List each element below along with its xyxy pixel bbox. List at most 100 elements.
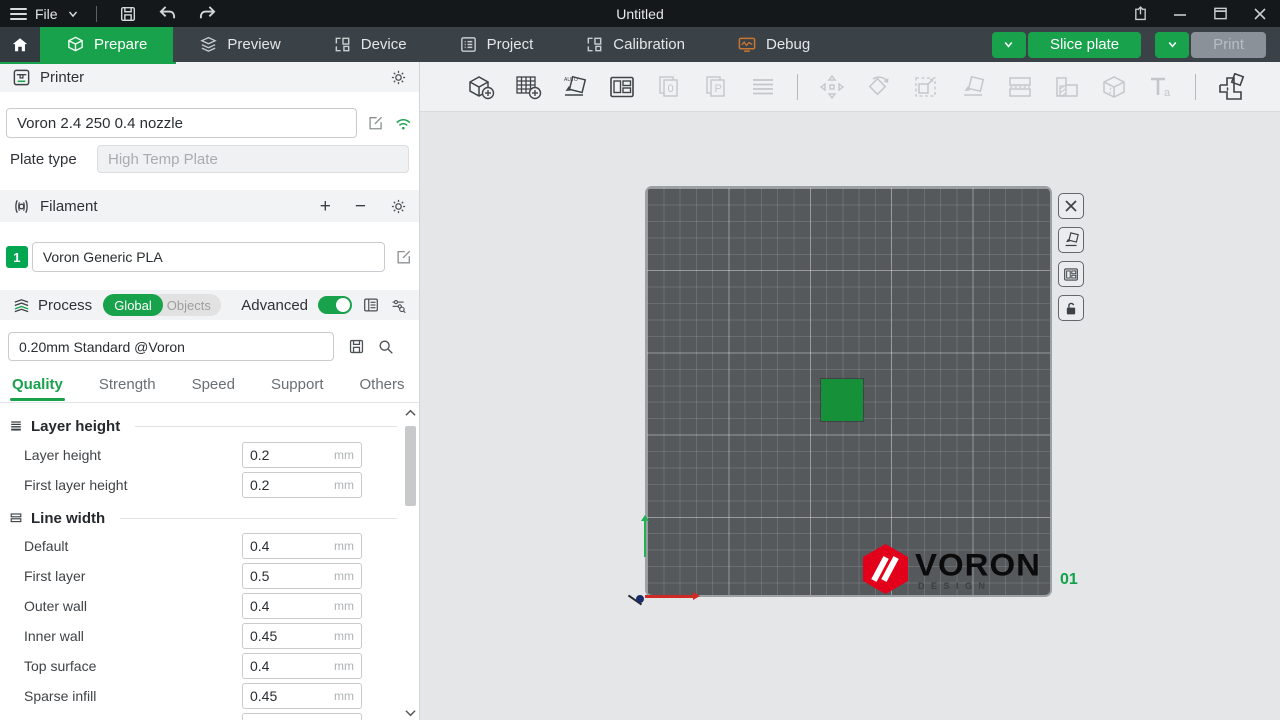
printer-settings-gear-icon[interactable]	[390, 69, 407, 86]
add-object-button[interactable]	[462, 68, 500, 106]
remove-filament-button[interactable]: −	[355, 197, 366, 216]
printer-preset-select[interactable]: Voron 2.4 250 0.4 nozzle	[6, 108, 357, 138]
orient-plate-button[interactable]	[1058, 227, 1084, 253]
redo-button[interactable]	[193, 2, 223, 26]
filament-icon	[12, 197, 31, 216]
search-settings-icon[interactable]	[390, 297, 407, 314]
undo-button[interactable]	[153, 2, 183, 26]
top-surface-line-width-input[interactable]: 0.4mm	[242, 653, 362, 679]
print-dropdown-button[interactable]	[1155, 32, 1189, 58]
edit-filament-icon[interactable]	[395, 248, 413, 266]
x-axis-indicator	[645, 595, 697, 598]
process-scope-toggle[interactable]: Global Objects	[103, 294, 221, 316]
scope-global-option[interactable]: Global	[103, 294, 163, 316]
move-button[interactable]	[813, 68, 851, 106]
process-icon	[12, 296, 31, 315]
rotate-button[interactable]	[860, 68, 898, 106]
auto-orient-button[interactable]: AUTO	[556, 68, 594, 106]
slice-plate-button[interactable]: Slice plate	[1028, 32, 1141, 58]
outer-wall-line-width-input[interactable]: 0.4mm	[242, 593, 362, 619]
settings-scrollbar[interactable]	[403, 406, 418, 720]
home-button[interactable]	[0, 27, 40, 62]
layers-stack-icon	[749, 74, 777, 100]
setting-unit: mm	[334, 539, 354, 553]
tab-project-label: Project	[487, 36, 534, 53]
scroll-down-arrow[interactable]	[405, 706, 416, 720]
process-section-title: Process	[38, 297, 92, 314]
copy-button[interactable]: 0	[650, 68, 688, 106]
tab-speed[interactable]: Speed	[192, 372, 235, 401]
filament-preset-select[interactable]: Voron Generic PLA	[32, 242, 385, 272]
layer-height-input[interactable]: 0.2mm	[242, 442, 362, 468]
layers-stack-button[interactable]	[744, 68, 782, 106]
search-preset-icon[interactable]	[377, 338, 395, 356]
tab-debug[interactable]: Debug	[711, 27, 836, 62]
add-text-button[interactable]: a	[1142, 68, 1180, 106]
tab-quality[interactable]: Quality	[12, 372, 63, 401]
tab-others[interactable]: Others	[360, 372, 405, 401]
plate-type-select[interactable]: High Temp Plate	[97, 145, 409, 173]
model-cube[interactable]	[821, 379, 863, 421]
sparse-infill-line-width-input[interactable]: 0.45mm	[242, 683, 362, 709]
close-button[interactable]	[1240, 0, 1280, 27]
edit-printer-icon[interactable]	[367, 114, 385, 132]
tab-support[interactable]: Support	[271, 372, 324, 401]
mesh-boolean-button[interactable]	[1095, 68, 1133, 106]
cut-button[interactable]	[1001, 68, 1039, 106]
filament-section-header: Filament + −	[0, 190, 419, 222]
filament-section-title: Filament	[40, 198, 98, 215]
default-line-width-input[interactable]: 0.4 mm	[242, 533, 362, 559]
save-button[interactable]	[113, 2, 143, 26]
scope-objects-option[interactable]: Objects	[163, 298, 221, 313]
tab-prepare[interactable]: Prepare	[40, 27, 173, 62]
file-menu[interactable]: File	[10, 5, 80, 23]
printer-icon	[12, 68, 31, 87]
print-button[interactable]: Print	[1191, 32, 1266, 58]
process-preset-row: 0.20mm Standard @Voron	[0, 332, 419, 361]
paste-button[interactable]: P	[697, 68, 735, 106]
save-preset-icon[interactable]	[348, 338, 365, 355]
scrollbar-track[interactable]	[404, 420, 417, 706]
printer-preset-value: Voron 2.4 250 0.4 nozzle	[17, 115, 183, 132]
setting-label: First layer height	[24, 477, 127, 493]
first-layer-height-input[interactable]: 0.2mm	[242, 472, 362, 498]
advanced-toggle[interactable]	[318, 296, 352, 314]
inner-wall-line-width-input[interactable]: 0.45mm	[242, 623, 362, 649]
tab-device[interactable]: Device	[307, 27, 433, 62]
add-plate-button[interactable]	[509, 68, 547, 106]
support-paint-button[interactable]	[1048, 68, 1086, 106]
arrange-button[interactable]	[603, 68, 641, 106]
maximize-button[interactable]	[1200, 0, 1240, 27]
viewport-3d[interactable]: AUTO 0 P a VORON DESIGN 01	[420, 62, 1280, 720]
slice-dropdown-button[interactable]	[992, 32, 1026, 58]
arrange-plate-button[interactable]	[1058, 261, 1084, 287]
first-layer-line-width-input[interactable]: 0.5mm	[242, 563, 362, 589]
filament-settings-gear-icon[interactable]	[390, 198, 407, 215]
wifi-connected-icon[interactable]	[394, 115, 413, 132]
tab-strength[interactable]: Strength	[99, 372, 156, 401]
scale-button[interactable]	[907, 68, 945, 106]
build-plate[interactable]: VORON DESIGN	[645, 186, 1052, 597]
group-line-width: Line width	[0, 505, 419, 531]
process-preset-select[interactable]: 0.20mm Standard @Voron	[8, 332, 334, 361]
upload-button[interactable]	[1120, 0, 1160, 27]
voron-hexagon-logo	[863, 544, 908, 594]
close-icon	[1253, 7, 1267, 21]
delete-plate-button[interactable]	[1058, 193, 1084, 219]
orient-plate-icon	[1063, 232, 1080, 248]
setting-value: 0.4	[250, 538, 269, 554]
minimize-button[interactable]	[1160, 0, 1200, 27]
scroll-up-arrow[interactable]	[405, 406, 416, 420]
tab-calibration[interactable]: Calibration	[559, 27, 711, 62]
lay-on-face-button[interactable]	[954, 68, 992, 106]
lock-plate-button[interactable]	[1058, 295, 1084, 321]
divider	[135, 426, 397, 427]
assembly-button[interactable]	[1211, 68, 1249, 106]
tab-project[interactable]: Project	[433, 27, 560, 62]
tab-preview[interactable]: Preview	[173, 27, 306, 62]
parameter-table-icon[interactable]	[362, 296, 380, 314]
next-setting-input[interactable]	[242, 713, 362, 720]
add-filament-button[interactable]: +	[320, 197, 331, 216]
scrollbar-thumb[interactable]	[405, 426, 416, 506]
setting-row: Inner wall 0.45mm	[0, 621, 419, 651]
